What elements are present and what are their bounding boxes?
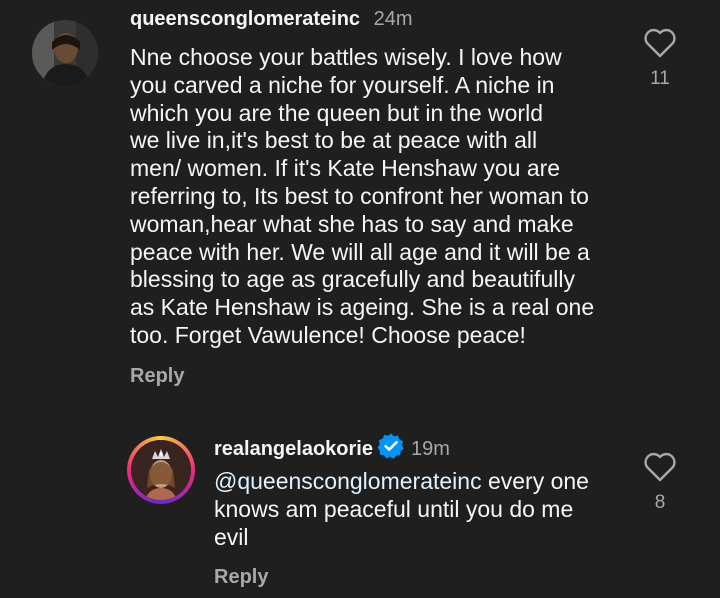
like-count: 8: [654, 492, 666, 513]
comment-text: Nne choose your battles wisely. I love h…: [130, 44, 595, 348]
heart-outline-icon[interactable]: [643, 28, 677, 58]
comment-username[interactable]: queensconglomerateinc 24m: [130, 8, 413, 31]
reply-comment: realangelaokorie 19m @queensconglomerate…: [0, 418, 720, 598]
mention-link[interactable]: @queensconglomerateinc: [214, 468, 482, 494]
comment: queensconglomerateinc 24m Nne choose you…: [0, 0, 720, 400]
reply-button[interactable]: Reply: [130, 365, 184, 388]
avatar[interactable]: [131, 440, 191, 500]
reply-timestamp: 19m: [410, 438, 450, 460]
reply-button[interactable]: Reply: [214, 566, 268, 589]
reply-text: @queensconglomerateinc every one knows a…: [214, 468, 634, 551]
like-count: 11: [650, 68, 670, 89]
reply-username[interactable]: realangelaokorie 19m: [214, 432, 450, 466]
heart-outline-icon[interactable]: [643, 452, 677, 482]
comment-timestamp: 24m: [373, 8, 413, 30]
story-ring[interactable]: [127, 436, 195, 504]
avatar[interactable]: [32, 20, 98, 86]
verified-badge-icon: [377, 432, 405, 466]
